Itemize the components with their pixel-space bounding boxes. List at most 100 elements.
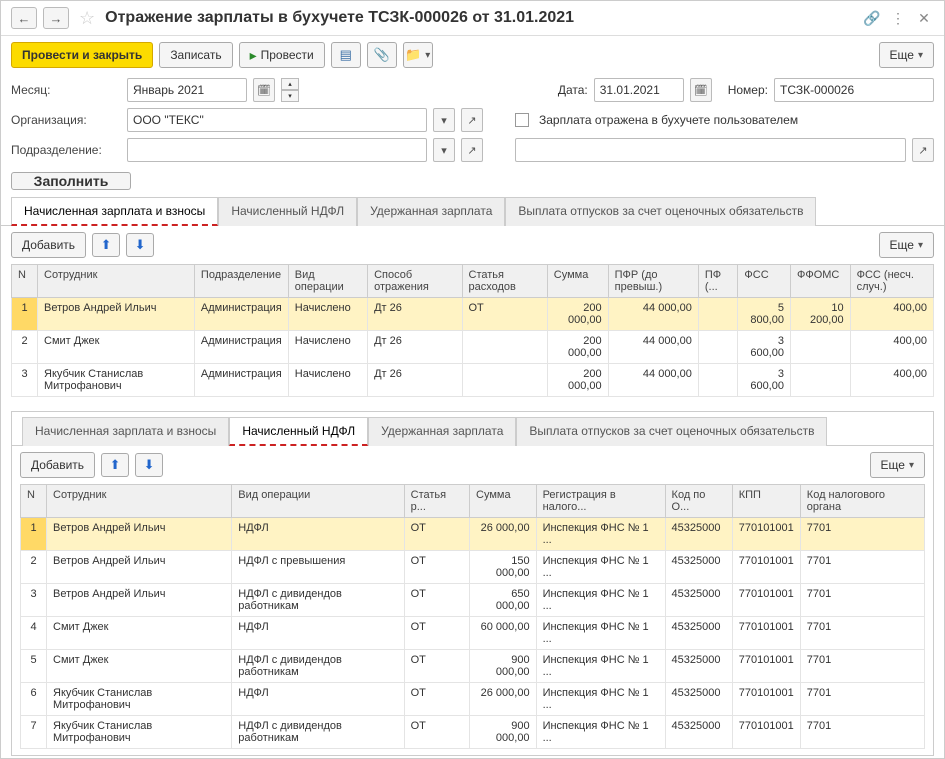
tab-vacation[interactable]: Выплата отпусков за счет оценочных обяза… [505,197,816,226]
cell[interactable]: НДФЛ с дивидендов работникам [232,716,404,749]
cell[interactable]: Смит Джек [47,617,232,650]
cell[interactable]: Инспекция ФНС № 1 ... [536,551,665,584]
cell[interactable]: 770101001 [732,716,800,749]
cell[interactable]: 200 000,00 [547,331,608,364]
table-row[interactable]: 1Ветров Андрей ИльичАдминистрацияНачисле… [12,298,934,331]
cell[interactable]: 7701 [800,584,924,617]
cell[interactable]: 10 200,00 [790,298,850,331]
cell[interactable]: НДФЛ [232,518,404,551]
column-header[interactable]: Статья расходов [462,265,547,298]
move-up-button-2[interactable]: ⬆ [101,453,129,477]
column-header[interactable]: Сумма [547,265,608,298]
table-row[interactable]: 5Смит ДжекНДФЛ с дивидендов работникамОТ… [21,650,925,683]
cell[interactable]: 2 [21,551,47,584]
more-button-1[interactable]: Еще [879,232,934,258]
table-row[interactable]: 1Ветров Андрей ИльичНДФЛОТ26 000,00Инспе… [21,518,925,551]
division-field[interactable] [127,138,427,162]
table-row[interactable]: 7Якубчик Станислав МитрофановичНДФЛ с ди… [21,716,925,749]
division-dropdown[interactable]: ▾ [433,138,455,162]
reflected-checkbox[interactable] [515,113,529,127]
cell[interactable]: Администрация [194,298,288,331]
column-header[interactable]: N [21,485,47,518]
subtab-vacation[interactable]: Выплата отпусков за счет оценочных обяза… [516,417,827,446]
cell[interactable]: 3 [21,584,47,617]
cell[interactable]: 4 [21,617,47,650]
cell[interactable]: 770101001 [732,617,800,650]
cell[interactable]: Инспекция ФНС № 1 ... [536,650,665,683]
document-button[interactable]: ▤ [331,42,361,68]
cell[interactable]: Инспекция ФНС № 1 ... [536,518,665,551]
cell[interactable]: Якубчик Станислав Митрофанович [38,364,195,397]
cell[interactable]: Начислено [288,298,367,331]
cell[interactable]: Дт 26 [368,331,462,364]
cell[interactable] [790,331,850,364]
column-header[interactable]: ФСС [738,265,791,298]
cell[interactable]: ОТ [404,716,469,749]
column-header[interactable]: Сотрудник [47,485,232,518]
cell[interactable]: 45325000 [665,683,732,716]
cell[interactable]: 770101001 [732,551,800,584]
column-header[interactable]: ФФОМС [790,265,850,298]
division-open[interactable]: ↗ [461,138,483,162]
more-button[interactable]: Еще [879,42,934,68]
cell[interactable]: НДФЛ с дивидендов работникам [232,584,404,617]
cell[interactable]: 44 000,00 [608,298,698,331]
cell[interactable]: 6 [21,683,47,716]
cell[interactable]: 900 000,00 [470,650,537,683]
table-row[interactable]: 3Ветров Андрей ИльичНДФЛ с дивидендов ра… [21,584,925,617]
cell[interactable]: 45325000 [665,650,732,683]
subtab-accrued[interactable]: Начисленная зарплата и взносы [22,417,229,446]
cell[interactable] [698,364,738,397]
cell[interactable]: Инспекция ФНС № 1 ... [536,617,665,650]
table-row[interactable]: 2Ветров Андрей ИльичНДФЛ с превышенияОТ1… [21,551,925,584]
table-row[interactable]: 3Якубчик Станислав МитрофановичАдминистр… [12,364,934,397]
cell[interactable] [698,331,738,364]
cell[interactable]: 400,00 [850,298,933,331]
table-row[interactable]: 2Смит ДжекАдминистрацияНачисленоДт 26200… [12,331,934,364]
cell[interactable]: 60 000,00 [470,617,537,650]
cell[interactable]: Начислено [288,364,367,397]
cell[interactable]: НДФЛ [232,617,404,650]
table-row[interactable]: 6Якубчик Станислав МитрофановичНДФЛОТ26 … [21,683,925,716]
column-header[interactable]: ПФ (... [698,265,738,298]
move-down-button-2[interactable]: ⬇ [135,453,163,477]
org-open[interactable]: ↗ [461,108,483,132]
cell[interactable]: ОТ [404,617,469,650]
kebab-icon[interactable]: ⋮ [888,8,908,28]
cell[interactable]: ОТ [404,650,469,683]
cell[interactable]: Ветров Андрей Ильич [47,551,232,584]
add-button-2[interactable]: Добавить [20,452,95,478]
more-button-2[interactable]: Еще [870,452,925,478]
column-header[interactable]: Вид операции [232,485,404,518]
cell[interactable]: Якубчик Станислав Митрофанович [47,716,232,749]
cell[interactable]: 45325000 [665,551,732,584]
cell[interactable]: 770101001 [732,683,800,716]
cell[interactable]: 900 000,00 [470,716,537,749]
cell[interactable]: 7701 [800,617,924,650]
month-field[interactable]: Январь 2021 [127,78,247,102]
column-header[interactable]: Способ отражения [368,265,462,298]
cell[interactable]: НДФЛ [232,683,404,716]
number-field[interactable]: ТСЗК-000026 [774,78,934,102]
fill-button[interactable]: Заполнить [11,172,131,190]
extra-field[interactable] [515,138,906,162]
close-icon[interactable]: ✕ [914,8,934,28]
column-header[interactable]: Вид операции [288,265,367,298]
org-dropdown[interactable]: ▾ [433,108,455,132]
cell[interactable]: Ветров Андрей Ильич [38,298,195,331]
column-header[interactable]: Подразделение [194,265,288,298]
cell[interactable]: 650 000,00 [470,584,537,617]
cell[interactable]: 26 000,00 [470,683,537,716]
cell[interactable]: НДФЛ с дивидендов работникам [232,650,404,683]
column-header[interactable]: ФСС (несч. случ.) [850,265,933,298]
subtab-ndfl[interactable]: Начисленный НДФЛ [229,417,368,446]
cell[interactable]: Ветров Андрей Ильич [47,518,232,551]
cell[interactable]: 5 [21,650,47,683]
tab-accrued[interactable]: Начисленная зарплата и взносы [11,197,218,226]
cell[interactable]: 7701 [800,683,924,716]
date-field[interactable]: 31.01.2021 [594,78,684,102]
cell[interactable]: Ветров Андрей Ильич [47,584,232,617]
cell[interactable]: Начислено [288,331,367,364]
cell[interactable]: 150 000,00 [470,551,537,584]
cell[interactable]: ОТ [404,584,469,617]
